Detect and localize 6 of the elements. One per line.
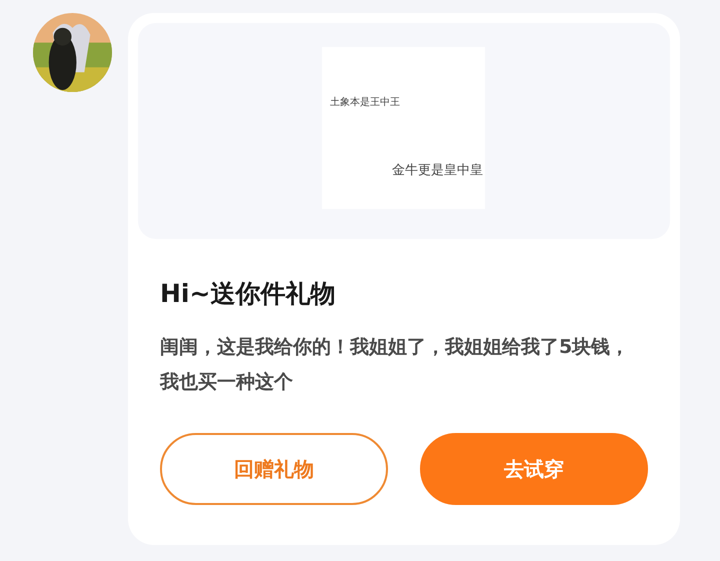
return-gift-button[interactable]: 回赠礼物 bbox=[160, 433, 388, 505]
gift-text: 土象本是王中王 bbox=[330, 96, 400, 109]
message: 闺闺，这是我给你的！我姐姐了，我姐姐给我了5块钱，我也买一种这个 bbox=[160, 335, 630, 395]
gift-text: 金牛更是皇中皇 bbox=[392, 162, 483, 179]
title: Hi~送你件礼物 bbox=[160, 278, 336, 310]
try-on-button[interactable]: 去试穿 bbox=[420, 433, 648, 505]
